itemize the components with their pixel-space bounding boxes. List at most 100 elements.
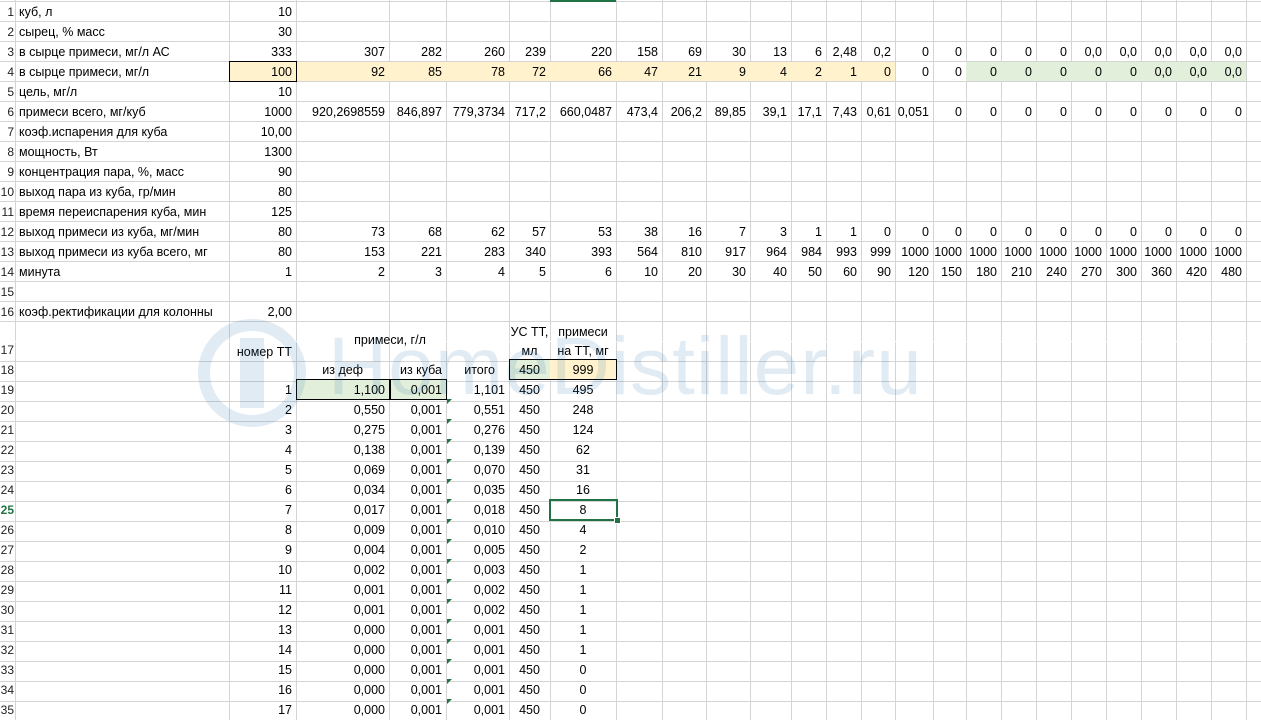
row-header[interactable]: 22	[0, 440, 15, 460]
iz-kuba-value[interactable]: 0,001	[389, 660, 446, 680]
row-header[interactable]: 21	[0, 420, 15, 440]
series-cell[interactable]: 1000	[1001, 242, 1036, 262]
mg-on-tt-cell[interactable]: 124	[550, 420, 616, 440]
series-cell[interactable]: 221	[389, 242, 446, 262]
row-header[interactable]: 19	[0, 380, 15, 400]
series-cell[interactable]: 846,897	[389, 102, 446, 122]
mg-on-tt-cell[interactable]: 0	[550, 660, 616, 680]
row-header[interactable]: 31	[0, 620, 15, 640]
iz-kuba-value[interactable]: 0,001	[389, 500, 446, 520]
series-cell[interactable]: 10	[616, 262, 662, 282]
iz-kuba-value[interactable]: 0,001	[389, 680, 446, 700]
series-cell[interactable]: 3	[750, 222, 791, 242]
series-cell[interactable]: 17,1	[791, 102, 826, 122]
row-header[interactable]: 27	[0, 540, 15, 560]
tt-number[interactable]: 4	[229, 440, 296, 460]
itogo-value[interactable]: 0,139	[446, 440, 509, 460]
series-cell[interactable]: 283	[446, 242, 509, 262]
row-header[interactable]: 16	[0, 302, 15, 322]
iz-def-value[interactable]: 0,001	[296, 600, 389, 620]
series-cell[interactable]: 0,0	[1106, 42, 1141, 62]
series-cell[interactable]: 0,0	[1141, 42, 1176, 62]
tt-number[interactable]: 2	[229, 400, 296, 420]
mg-on-tt-cell[interactable]: 4	[550, 520, 616, 540]
series-cell[interactable]: 282	[389, 42, 446, 62]
series-cell[interactable]: 7,43	[826, 102, 861, 122]
series-cell[interactable]: 0	[1141, 102, 1176, 122]
active-cell-selection[interactable]	[549, 499, 618, 521]
itogo-value[interactable]: 0,002	[446, 600, 509, 620]
series-cell[interactable]: 0	[1211, 102, 1246, 122]
row-header[interactable]: 3	[0, 42, 15, 62]
series-cell[interactable]: 920,2698559	[296, 102, 389, 122]
series-cell[interactable]: 72	[509, 62, 550, 82]
mg-on-tt-cell[interactable]: 1	[550, 580, 616, 600]
tt-number[interactable]: 14	[229, 640, 296, 660]
tt-number[interactable]: 5	[229, 460, 296, 480]
series-cell[interactable]: 0	[966, 42, 1001, 62]
series-cell[interactable]: 0	[861, 62, 895, 82]
tt-number[interactable]: 8	[229, 520, 296, 540]
iz-def-value[interactable]: 0,000	[296, 700, 389, 720]
series-cell[interactable]: 240	[1036, 262, 1071, 282]
series-cell[interactable]: 0,0	[1211, 42, 1246, 62]
row-header[interactable]: 20	[0, 400, 15, 420]
iz-kuba-value[interactable]: 0,001	[389, 600, 446, 620]
row-header[interactable]: 15	[0, 282, 15, 302]
row-value[interactable]: 2,00	[229, 302, 296, 322]
row-header[interactable]: 8	[0, 142, 15, 162]
total-impurities-value[interactable]: 999	[550, 360, 616, 380]
series-cell[interactable]: 0	[1106, 102, 1141, 122]
series-cell[interactable]: 340	[509, 242, 550, 262]
row-header[interactable]: 35	[0, 700, 15, 720]
series-cell[interactable]: 0,61	[861, 102, 895, 122]
series-cell[interactable]: 30	[706, 42, 750, 62]
itogo-value[interactable]: 0,003	[446, 560, 509, 580]
series-cell[interactable]: 90	[861, 262, 895, 282]
series-cell[interactable]: 5	[509, 262, 550, 282]
iz-def-value[interactable]: 0,000	[296, 660, 389, 680]
mg-on-tt-cell[interactable]: 1	[550, 600, 616, 620]
row-value[interactable]: 90	[229, 162, 296, 182]
series-cell[interactable]: 0	[895, 62, 933, 82]
series-cell[interactable]: 220	[550, 42, 616, 62]
itogo-value[interactable]: 0,001	[446, 700, 509, 720]
series-cell[interactable]: 1000	[1176, 242, 1211, 262]
series-cell[interactable]: 66	[550, 62, 616, 82]
fill-handle-icon[interactable]	[614, 517, 621, 524]
iz-kuba-value[interactable]: 0,001	[389, 480, 446, 500]
tt-number[interactable]: 1	[229, 380, 296, 400]
series-cell[interactable]: 0,051	[895, 102, 933, 122]
row-header[interactable]: 12	[0, 222, 15, 242]
series-cell[interactable]: 0	[1001, 42, 1036, 62]
itogo-value[interactable]: 0,001	[446, 680, 509, 700]
row-value[interactable]: 10	[229, 82, 296, 102]
series-cell[interactable]: 150	[933, 262, 966, 282]
row-header[interactable]: 18	[0, 360, 15, 380]
series-cell[interactable]: 0	[1036, 62, 1071, 82]
series-cell[interactable]: 300	[1106, 262, 1141, 282]
iz-def-value[interactable]: 0,017	[296, 500, 389, 520]
series-cell[interactable]: 0	[966, 102, 1001, 122]
series-cell[interactable]: 1000	[1141, 242, 1176, 262]
series-cell[interactable]: 473,4	[616, 102, 662, 122]
itogo-value[interactable]: 0,001	[446, 620, 509, 640]
series-cell[interactable]: 21	[662, 62, 706, 82]
row-header[interactable]: 13	[0, 242, 15, 262]
series-cell[interactable]: 717,2	[509, 102, 550, 122]
us-tt-cell[interactable]: 450	[509, 680, 550, 700]
us-tt-cell[interactable]: 450	[509, 560, 550, 580]
iz-def-value[interactable]: 0,001	[296, 580, 389, 600]
series-cell[interactable]: 0	[1071, 62, 1106, 82]
itogo-value[interactable]: 0,551	[446, 400, 509, 420]
series-cell[interactable]: 38	[616, 222, 662, 242]
series-cell[interactable]: 85	[389, 62, 446, 82]
series-cell[interactable]: 60	[826, 262, 861, 282]
tt-number[interactable]: 16	[229, 680, 296, 700]
series-cell[interactable]: 40	[750, 262, 791, 282]
us-tt-cell[interactable]: 450	[509, 640, 550, 660]
iz-def-value[interactable]: 0,069	[296, 460, 389, 480]
us-tt-cell[interactable]: 450	[509, 620, 550, 640]
series-cell[interactable]: 20	[662, 262, 706, 282]
row-header[interactable]: 17	[0, 340, 15, 360]
